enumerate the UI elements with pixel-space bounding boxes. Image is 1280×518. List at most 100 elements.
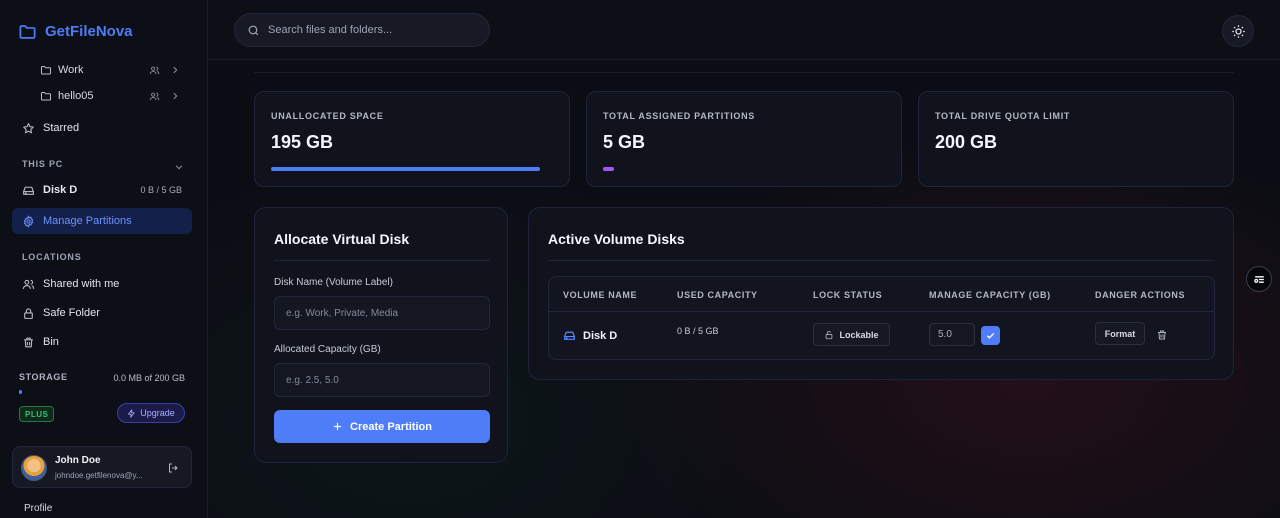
sidebar-item-label: Shared with me [43, 278, 120, 290]
panel-title: Active Volume Disks [548, 231, 685, 247]
gear-icon [22, 214, 43, 228]
logout-icon[interactable] [167, 462, 179, 474]
search-box[interactable] [234, 13, 490, 47]
chevron-right-icon[interactable] [170, 65, 180, 75]
capacity-input[interactable] [274, 363, 490, 397]
section-label-locations: LOCATIONS [22, 252, 82, 262]
sidebar-item-disk-d[interactable]: Disk D 0 B / 5 GB [12, 177, 192, 203]
trash-icon [22, 336, 43, 349]
format-button[interactable]: Format [1095, 322, 1145, 345]
upgrade-label: Upgrade [140, 408, 175, 418]
hard-drive-icon [22, 184, 43, 197]
disk-usage: 0 B / 5 GB [140, 185, 182, 195]
stat-progress-track [603, 167, 879, 171]
folder-logo-icon [18, 22, 37, 41]
stat-value: 5 GB [603, 132, 646, 152]
folder-label: Work [58, 64, 84, 76]
volume-name: Disk D [583, 329, 618, 342]
volumes-table: VOLUME NAME USED CAPACITY LOCK STATUS MA… [548, 276, 1215, 360]
content-divider [254, 72, 1234, 73]
unlock-icon [824, 330, 834, 340]
sidebar-item-label: Bin [43, 336, 59, 348]
stat-card-quota: TOTAL DRIVE QUOTA LIMIT 200 GB [918, 91, 1234, 187]
avatar [21, 455, 47, 481]
stat-title: UNALLOCATED SPACE [271, 111, 384, 121]
search-icon [247, 24, 268, 37]
sidebar-folder-work[interactable]: Work [40, 60, 188, 80]
disk-name-label: Disk Name (Volume Label) [274, 277, 393, 288]
users-icon [22, 278, 43, 291]
user-name: John Doe [55, 455, 101, 466]
sidebar-item-bin[interactable]: Bin [12, 329, 192, 355]
capacity-edit-input[interactable] [929, 323, 975, 346]
top-bar [208, 0, 1280, 60]
storage-label: STORAGE [19, 372, 68, 382]
search-input[interactable] [268, 24, 468, 36]
upgrade-button[interactable]: Upgrade [117, 403, 185, 423]
folder-label: hello05 [58, 90, 94, 102]
brand-logo[interactable]: GetFileNova [18, 22, 133, 41]
panel-divider [274, 260, 490, 261]
sidebar-item-starred[interactable]: Starred [12, 115, 192, 141]
sun-icon [1231, 24, 1246, 39]
lightning-icon [127, 408, 136, 418]
stat-title: TOTAL ASSIGNED PARTITIONS [603, 111, 756, 121]
sidebar-item-label: Disk D [43, 184, 78, 196]
brand-name: GetFileNova [45, 23, 133, 40]
stat-card-unallocated: UNALLOCATED SPACE 195 GB [254, 91, 570, 187]
sidebar-folder-hello05[interactable]: hello05 [40, 86, 188, 106]
column-header: MANAGE CAPACITY (GB) [929, 290, 1051, 300]
panel-divider [548, 260, 1215, 261]
sidebar-item-profile[interactable]: Profile [24, 503, 52, 514]
app-root: GetFileNova Work hello05 Starred THIS PC… [0, 0, 1280, 518]
plus-icon [332, 421, 343, 432]
column-header: USED CAPACITY [677, 290, 758, 300]
sidebar-item-manage-partitions[interactable]: Manage Partitions [12, 208, 192, 234]
used-capacity: 0 B / 5 GB [677, 326, 719, 336]
shared-users-icon [149, 91, 160, 102]
plan-badge: PLUS [19, 406, 55, 422]
lock-icon [22, 307, 43, 320]
create-partition-button[interactable]: Create Partition [274, 410, 490, 443]
lock-status-label: Lockable [839, 329, 879, 340]
sidebar: GetFileNova Work hello05 Starred THIS PC… [0, 0, 208, 518]
volume-name-cell: Disk D [563, 329, 617, 342]
lock-toggle-button[interactable]: Lockable [813, 323, 890, 346]
column-header: DANGER ACTIONS [1095, 290, 1186, 300]
shared-users-icon [149, 65, 160, 76]
table-header-divider [549, 311, 1214, 312]
storage-progress-bar [19, 390, 22, 394]
chevron-right-icon[interactable] [170, 91, 180, 101]
allocate-panel: Allocate Virtual Disk Disk Name (Volume … [254, 207, 508, 463]
sidebar-item-label: Manage Partitions [43, 215, 132, 227]
sidebar-item-label: Safe Folder [43, 307, 100, 319]
main-content: UNALLOCATED SPACE 195 GB TOTAL ASSIGNED … [208, 0, 1280, 518]
theme-toggle-button[interactable] [1222, 15, 1254, 47]
filter-list-icon [1253, 273, 1266, 286]
stat-progress-track [271, 167, 547, 171]
folder-icon [40, 90, 52, 102]
user-email: johndoe.getfilenova@y... [55, 471, 143, 480]
sidebar-item-shared-with-me[interactable]: Shared with me [12, 271, 192, 297]
chevron-down-icon[interactable] [174, 162, 184, 172]
stat-progress-fill [603, 167, 615, 171]
floating-filter-button[interactable] [1246, 266, 1272, 292]
confirm-capacity-button[interactable] [981, 326, 1000, 345]
sidebar-item-label: Starred [43, 122, 80, 134]
column-header: LOCK STATUS [813, 290, 883, 300]
column-header: VOLUME NAME [563, 290, 638, 300]
check-icon [985, 330, 996, 341]
sidebar-item-label: Profile [24, 503, 53, 514]
folder-icon [40, 64, 52, 76]
hard-drive-icon [563, 329, 576, 342]
stat-title: TOTAL DRIVE QUOTA LIMIT [935, 111, 1071, 121]
stat-value: 200 GB [935, 132, 998, 152]
storage-value: 0.0 MB of 200 GB [113, 373, 185, 383]
button-label: Create Partition [350, 420, 432, 433]
stat-value: 195 GB [271, 132, 334, 152]
user-card[interactable]: John Doe johndoe.getfilenova@y... [12, 446, 192, 488]
delete-icon[interactable] [1156, 329, 1168, 341]
section-label-this-pc: THIS PC [22, 159, 64, 169]
disk-name-input[interactable] [274, 296, 490, 330]
sidebar-item-safe-folder[interactable]: Safe Folder [12, 300, 192, 326]
